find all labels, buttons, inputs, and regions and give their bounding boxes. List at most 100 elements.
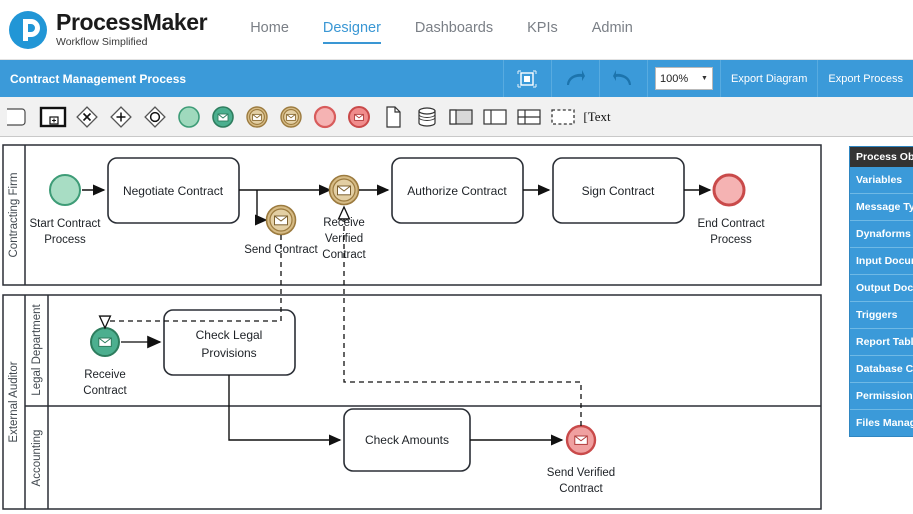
authorize-contract-task[interactable]: Authorize Contract [391,157,524,224]
group-dashed-box-icon [551,108,575,125]
export-process-button[interactable]: Export Process [817,60,913,97]
check-amounts-task[interactable]: Check Amounts [343,408,471,472]
end-event-tool[interactable] [308,100,342,134]
intermediate-message-catch-tan-icon [246,105,268,128]
zoom-select[interactable]: 100% ▼ [654,67,713,90]
end-event-red-circle-icon [313,105,337,128]
nav-item-admin[interactable]: Admin [592,20,633,40]
lane-horizontal-icon [517,108,541,125]
group-tool[interactable] [546,100,580,134]
sidepanel-item-dynaforms[interactable]: Dynaforms [850,221,913,248]
inclusive-gateway-circle-icon [144,105,166,128]
end-message-event-red-icon [348,105,370,128]
sidepanel-item-permissions[interactable]: Permissions [850,383,913,410]
brand-logo[interactable]: ProcessMaker Workflow Simplified [0,9,208,50]
data-object-tool[interactable] [376,100,410,134]
nav-item-home[interactable]: Home [250,20,289,40]
data-object-page-icon [386,105,401,128]
brand-title: ProcessMaker [56,9,208,36]
subprocess-plus-icon [39,106,67,127]
pool-tool[interactable] [444,100,478,134]
undo-button[interactable] [598,60,647,97]
start-event-tool[interactable] [172,100,206,134]
undo-arrow-icon [613,69,632,85]
process-title-bar: Contract Management Process 100% ▼ Expor… [0,60,913,97]
lane-vertical-icon [483,108,507,125]
parallel-gateway-plus-icon [110,105,132,128]
sidepanel-item-input-documents[interactable]: Input Docum [850,248,913,275]
contracting-firm-pool-label: Contracting Firm [8,173,20,258]
nav-item-dashboards[interactable]: Dashboards [415,20,493,40]
start-message-event-tool[interactable] [206,100,240,134]
intermediate-message-throw-tan-icon [280,105,302,128]
end-message-event-tool[interactable] [342,100,376,134]
receive-contract-label: Receive [84,369,126,381]
negotiate-contract-task[interactable]: Negotiate Contract [107,157,240,224]
accounting-lane-label: Accounting [31,430,43,487]
redo-arrow-icon [567,69,586,85]
element-palette-toolbar: [Text [0,97,913,137]
processmaker-p-logo-icon [9,10,47,49]
zoom-control[interactable]: 100% ▼ [646,60,720,97]
authorize-contract-label: Authorize Contract [407,184,507,198]
sidepanel-item-files-manager[interactable]: Files Manage [850,410,913,436]
check-legal-provisions-label: Check Legal [196,328,263,342]
data-store-tool[interactable] [410,100,444,134]
sidepanel-item-variables[interactable]: Variables [850,167,913,194]
brand-tagline: Workflow Simplified [56,36,148,49]
sidepanel-item-triggers[interactable]: Triggers [850,302,913,329]
external-auditor-pool[interactable]: External Auditor Legal Department Accoun… [2,294,822,510]
sign-contract-label: Sign Contract [582,184,655,198]
inclusive-gateway-tool[interactable] [138,100,172,134]
exclusive-gateway-tool[interactable] [70,100,104,134]
sidepanel-item-database-connections[interactable]: Database Co [850,356,913,383]
legal-department-lane-label: Legal Department [31,303,43,395]
nav-item-kpis[interactable]: KPIs [527,20,558,40]
redo-button[interactable] [550,60,599,97]
zoom-value: 100% [659,72,689,85]
pool-horizontal-icon [449,108,473,125]
lane-vertical-tool[interactable] [478,100,512,134]
start-event-green-circle-icon [178,105,200,128]
negotiate-contract-label: Negotiate Contract [123,184,224,198]
parallel-gateway-tool[interactable] [104,100,138,134]
lane-horizontal-tool[interactable] [512,100,546,134]
process-title: Contract Management Process [10,71,187,86]
data-store-cylinder-icon [418,106,436,127]
process-objects-panel-header: Process Obj [850,147,913,167]
fit-to-screen-icon [517,69,538,88]
task-tool[interactable] [2,100,36,134]
sidepanel-item-report-tables[interactable]: Report Table [850,329,913,356]
nav-item-designer[interactable]: Designer [322,20,381,44]
check-amounts-label: Check Amounts [365,433,449,447]
fit-to-screen-button[interactable] [502,60,551,97]
exclusive-gateway-x-icon [76,105,98,128]
process-objects-panel: Process Obj Variables Message Typ Dynafo… [849,146,913,437]
intermediate-throw-message-tool[interactable] [274,100,308,134]
export-diagram-button[interactable]: Export Diagram [719,60,817,97]
intermediate-catch-message-tool[interactable] [240,100,274,134]
start-contract-process-label: Start Contract [30,218,102,230]
check-legal-provisions-task[interactable]: Check Legal Provisions [163,309,296,376]
external-auditor-pool-label: External Auditor [8,361,20,442]
bpmn-diagram: Contracting Firm Start Contract Process … [2,144,822,510]
send-verified-contract-label: Send Verified [547,467,615,479]
bpmn-canvas[interactable]: Contracting Firm Start Contract Process … [0,138,913,514]
svg-text:Contract: Contract [83,385,127,397]
subprocess-tool[interactable] [36,100,70,134]
start-message-event-green-icon [212,105,234,128]
chevron-down-icon: ▼ [701,75,708,82]
svg-text:Process: Process [44,234,86,246]
top-navigation-bar: ProcessMaker Workflow Simplified Home De… [0,0,913,60]
svg-text:Contract: Contract [559,483,603,495]
sidepanel-item-message-types[interactable]: Message Typ [850,194,913,221]
rounded-rectangle-task-icon [7,107,26,126]
end-contract-process-label: End Contract [697,218,765,230]
svg-text:Process: Process [710,234,752,246]
sign-contract-task[interactable]: Sign Contract [552,157,685,224]
text-annotation-tool[interactable]: [Text [580,100,614,134]
svg-text:Provisions: Provisions [201,346,256,360]
sidepanel-item-output-documents[interactable]: Output Docu [850,275,913,302]
text-annotation-label: Text [587,108,611,124]
main-nav-links: Home Designer Dashboards KPIs Admin [250,0,667,60]
